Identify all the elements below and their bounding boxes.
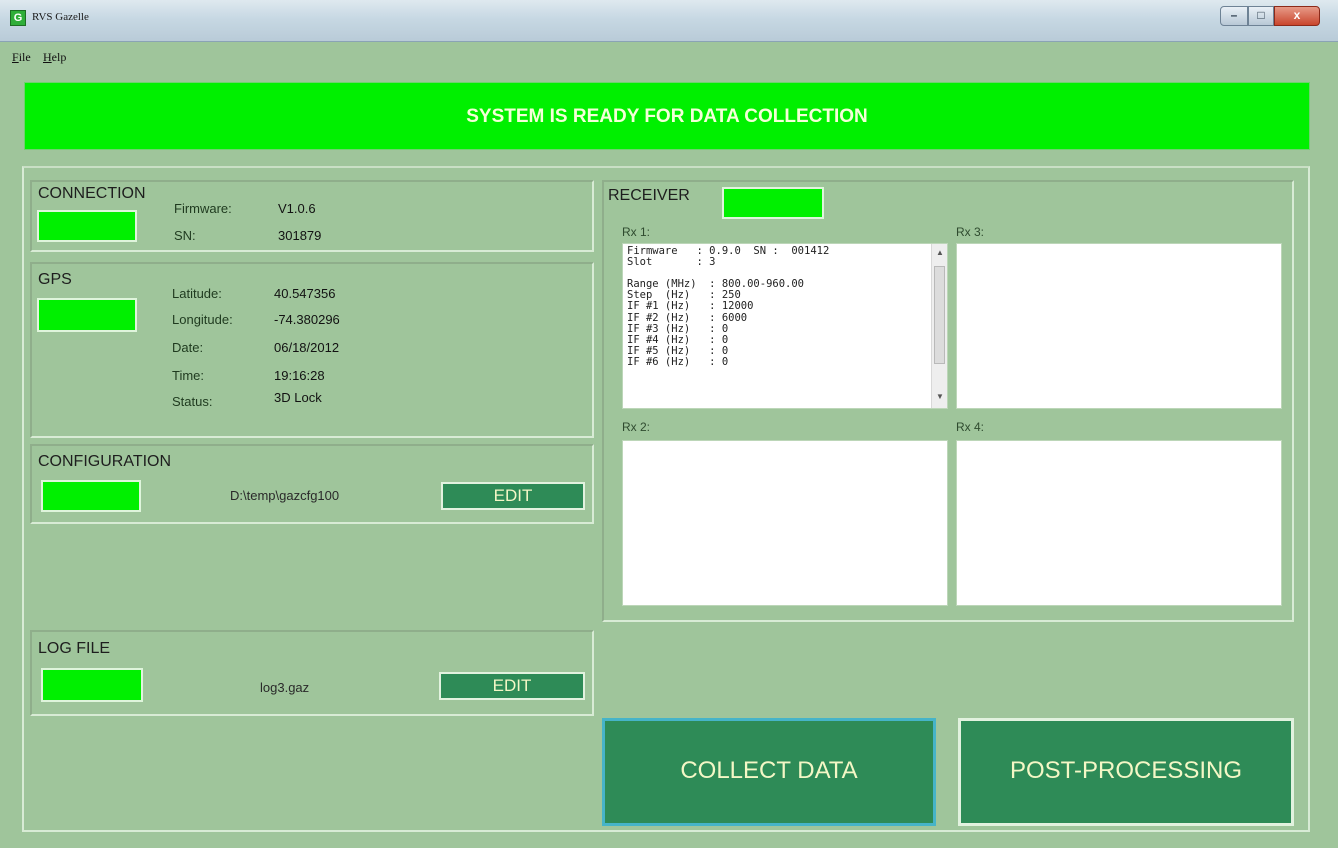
longitude-label: Longitude: — [172, 312, 233, 327]
rx1-textbox[interactable]: Firmware : 0.9.0 SN : 001412 Slot : 3 Ra… — [622, 243, 948, 409]
menu-bar: File Help — [0, 42, 1338, 70]
collect-data-button[interactable]: COLLECT DATA — [602, 718, 936, 826]
sn-label: SN: — [174, 228, 196, 243]
time-value: 19:16:28 — [274, 368, 325, 383]
rx3-label: Rx 3: — [956, 225, 985, 239]
logfile-panel: LOG FILE log3.gaz EDIT — [30, 630, 594, 716]
scroll-thumb[interactable] — [934, 266, 945, 364]
firmware-value: V1.0.6 — [278, 201, 316, 216]
logfile-path: log3.gaz — [260, 680, 310, 695]
connection-title: CONNECTION — [38, 185, 146, 202]
scroll-up-icon[interactable]: ▲ — [933, 248, 947, 257]
logfile-indicator — [41, 668, 143, 702]
receiver-panel: RECEIVER Rx 1: Firmware : 0.9.0 SN : 001… — [602, 180, 1294, 622]
rx4-textbox[interactable] — [956, 440, 1282, 606]
receiver-title: RECEIVER — [608, 187, 690, 204]
connection-indicator — [37, 210, 137, 242]
date-value: 06/18/2012 — [274, 340, 340, 355]
minimize-button[interactable]: – — [1220, 6, 1248, 26]
menu-help[interactable]: Help — [43, 50, 66, 65]
menu-file[interactable]: File — [12, 50, 31, 65]
configuration-path: D:\temp\gazcfg100 — [230, 488, 340, 503]
rx1-text: Firmware : 0.9.0 SN : 001412 Slot : 3 Ra… — [627, 245, 830, 368]
post-processing-button[interactable]: POST-PROCESSING — [958, 718, 1294, 826]
rx1-scrollbar[interactable]: ▲ ▼ — [931, 244, 947, 408]
time-label: Time: — [172, 368, 205, 383]
receiver-indicator — [722, 187, 824, 219]
date-label: Date: — [172, 340, 204, 355]
configuration-title: CONFIGURATION — [38, 453, 172, 470]
rx4-label: Rx 4: — [956, 420, 985, 434]
rx2-label: Rx 2: — [622, 420, 651, 434]
scroll-down-icon[interactable]: ▼ — [933, 392, 947, 401]
longitude-value: -74.380296 — [274, 312, 340, 327]
latitude-label: Latitude: — [172, 286, 222, 301]
window-title: RVS Gazelle — [32, 11, 89, 23]
logfile-title: LOG FILE — [38, 640, 111, 657]
gps-title: GPS — [38, 271, 72, 288]
logfile-edit-button[interactable]: EDIT — [439, 672, 585, 700]
firmware-label: Firmware: — [174, 201, 232, 216]
connection-panel: CONNECTION Firmware: V1.0.6 SN: 301879 — [30, 180, 594, 252]
latitude-value: 40.547356 — [274, 286, 336, 301]
close-button[interactable]: x — [1274, 6, 1320, 26]
configuration-indicator — [41, 480, 141, 512]
sn-value: 301879 — [278, 228, 322, 243]
gps-panel: GPS Latitude: 40.547356 Longitude: -74.3… — [30, 262, 594, 438]
app-icon: G — [10, 10, 26, 26]
window-controls: – □ x — [1220, 6, 1320, 26]
title-bar: G RVS Gazelle – □ x — [0, 0, 1338, 42]
status-label: Status: — [172, 394, 213, 409]
status-banner: SYSTEM IS READY FOR DATA COLLECTION — [24, 82, 1310, 150]
configuration-panel: CONFIGURATION D:\temp\gazcfg100 EDIT — [30, 444, 594, 524]
rx3-textbox[interactable] — [956, 243, 1282, 409]
gps-indicator — [37, 298, 137, 332]
rx1-label: Rx 1: — [622, 225, 651, 239]
maximize-button[interactable]: □ — [1248, 6, 1274, 26]
rx2-textbox[interactable] — [622, 440, 948, 606]
status-value: 3D Lock — [274, 390, 322, 405]
configuration-edit-button[interactable]: EDIT — [441, 482, 585, 510]
